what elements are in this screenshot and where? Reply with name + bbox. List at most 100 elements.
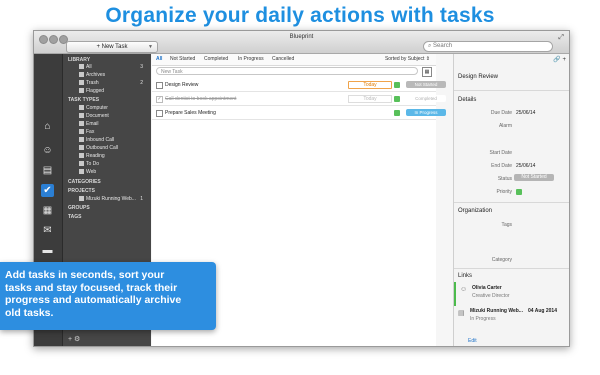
priority-indicator <box>394 110 400 116</box>
sidebar-item-archives[interactable]: Archives <box>79 72 145 78</box>
link-project[interactable]: ▤ Mizuki Running Web... 04 Aug 2014 In P… <box>454 305 566 329</box>
link-subtitle: Creative Director <box>472 293 510 299</box>
sidebar-item-label: Email <box>86 121 99 127</box>
sidebar-item-label: Mizuki Running Web... <box>86 196 136 202</box>
link-add-icons[interactable]: 🔗 + <box>553 56 566 63</box>
task-checkbox-checked[interactable]: ✓ <box>156 96 163 103</box>
toolbar: + New Task ▼ ⌕ Search <box>34 41 569 55</box>
chevron-down-icon: ▼ <box>148 44 153 50</box>
tab-all[interactable]: All <box>156 56 162 62</box>
start-date-label: Start Date <box>489 150 512 156</box>
sort-label: Sorted by Subject <box>384 56 425 62</box>
sidebar-item-flagged[interactable]: Flagged <box>79 88 145 94</box>
sidebar-add-settings[interactable]: + ⚙ <box>68 335 80 343</box>
trash-icon <box>79 80 84 85</box>
section-projects[interactable]: PROJECTS <box>68 188 95 194</box>
computer-icon <box>79 105 84 110</box>
sidebar-item-label: Archives <box>86 72 106 78</box>
tab-not-started[interactable]: Not Started <box>170 56 195 62</box>
sidebar-item-label: Trash <box>86 80 99 86</box>
status-label: Status <box>497 176 512 182</box>
sidebar-item-label: Computer <box>86 105 108 111</box>
company-icon[interactable]: ▤ <box>41 164 54 177</box>
end-date-value[interactable]: 25/06/14 <box>516 163 535 169</box>
priority-indicator <box>394 96 400 102</box>
sidebar-item-count: 1 <box>140 196 143 202</box>
task-checkbox[interactable] <box>156 110 163 117</box>
sidebar-item-label: Reading <box>86 153 105 159</box>
new-task-label: + New Task <box>96 44 128 50</box>
sidebar-item-label: Fax <box>86 129 95 135</box>
priority-indicator[interactable] <box>516 189 522 195</box>
due-date-value[interactable]: 25/06/14 <box>516 110 535 116</box>
home-icon[interactable]: ⌂ <box>41 120 54 133</box>
notes-icon[interactable]: ▬ <box>41 244 54 257</box>
sidebar-item-outbound-call[interactable]: Outbound Call <box>79 145 145 151</box>
sidebar-item-email[interactable]: Email <box>79 121 145 127</box>
sidebar-item-label: Outbound Call <box>86 145 118 151</box>
sidebar-item-document[interactable]: Document <box>79 113 145 119</box>
sidebar-item-project[interactable]: Mizuki Running Web... 1 <box>79 196 145 202</box>
phone-icon <box>79 145 84 150</box>
book-icon <box>79 153 84 158</box>
tab-in-progress[interactable]: In Progress <box>238 56 264 62</box>
divider <box>454 202 569 203</box>
archive-icon <box>79 72 84 77</box>
new-task-button[interactable]: + New Task ▼ <box>66 41 158 53</box>
fax-icon <box>79 129 84 134</box>
todo-icon <box>79 161 84 166</box>
document-icon <box>79 113 84 118</box>
status-value[interactable]: Not Started <box>514 174 554 181</box>
link-name: Mizuki Running Web... <box>470 308 523 314</box>
task-row[interactable]: Design Review Today Not Started <box>152 78 446 92</box>
task-checkbox[interactable] <box>156 82 163 89</box>
task-row[interactable]: ✓ Call dentist to book appointment Today… <box>152 92 446 106</box>
task-due-badge: Today <box>348 81 392 89</box>
email-icon <box>79 121 84 126</box>
category-label: Category <box>491 257 512 263</box>
project-icon <box>79 196 84 201</box>
tasks-icon[interactable]: ✔ <box>41 184 54 197</box>
contacts-icon[interactable]: ☺ <box>41 144 54 157</box>
priority-indicator <box>394 82 400 88</box>
task-status-badge[interactable]: Completed <box>406 95 446 102</box>
tab-completed[interactable]: Completed <box>204 56 228 62</box>
task-title: Design Review <box>165 82 199 88</box>
sidebar-item-trash[interactable]: Trash 2 <box>79 80 145 86</box>
section-categories[interactable]: CATEGORIES <box>68 179 101 185</box>
end-date-label: End Date <box>491 163 512 169</box>
filter-tabs: All Not Started Completed In Progress Ca… <box>152 54 436 66</box>
sidebar-item-label: All <box>86 64 92 70</box>
priority-label: Priority <box>496 189 512 195</box>
sidebar-item-fax[interactable]: Fax <box>79 129 145 135</box>
section-groups[interactable]: GROUPS <box>68 205 90 211</box>
calendar-icon[interactable]: ▦ <box>41 204 54 217</box>
sidebar-item-all[interactable]: All 3 <box>79 64 145 70</box>
link-subtitle: In Progress <box>470 316 496 322</box>
person-icon: ☺ <box>460 286 468 293</box>
edit-links-button[interactable]: Edit <box>468 338 477 344</box>
tab-cancelled[interactable]: Cancelled <box>272 56 294 62</box>
task-status-badge[interactable]: In Progress <box>406 109 446 116</box>
sidebar-item-inbound-call[interactable]: Inbound Call <box>79 137 145 143</box>
sidebar-item-web[interactable]: Web <box>79 169 145 175</box>
new-task-input[interactable]: New Task <box>156 67 418 75</box>
details-header: Details <box>458 97 477 103</box>
sidebar-item-reading[interactable]: Reading <box>79 153 145 159</box>
task-row[interactable]: Prepare Sales Meeting In Progress <box>152 106 446 120</box>
task-title: Prepare Sales Meeting <box>165 110 216 116</box>
sidebar-item-computer[interactable]: Computer <box>79 105 145 111</box>
task-due-badge: Today <box>348 95 392 103</box>
links-header: Links <box>458 273 473 279</box>
project-icon: ▤ <box>458 310 465 317</box>
phone-icon <box>79 137 84 142</box>
section-tags[interactable]: TAGS <box>68 214 82 220</box>
search-input[interactable]: ⌕ Search <box>423 41 553 52</box>
sort-dropdown[interactable]: Sorted by Subject ⇕ <box>385 56 430 62</box>
link-contact[interactable]: ☺ Olivia Carter Creative Director <box>454 282 568 306</box>
task-status-badge[interactable]: Not Started <box>406 81 446 88</box>
window-title: Blueprint <box>289 34 314 40</box>
sidebar-item-to-do[interactable]: To Do <box>79 161 145 167</box>
mail-icon[interactable]: ✉ <box>41 224 54 237</box>
calendar-icon[interactable]: ▦ <box>422 67 432 77</box>
